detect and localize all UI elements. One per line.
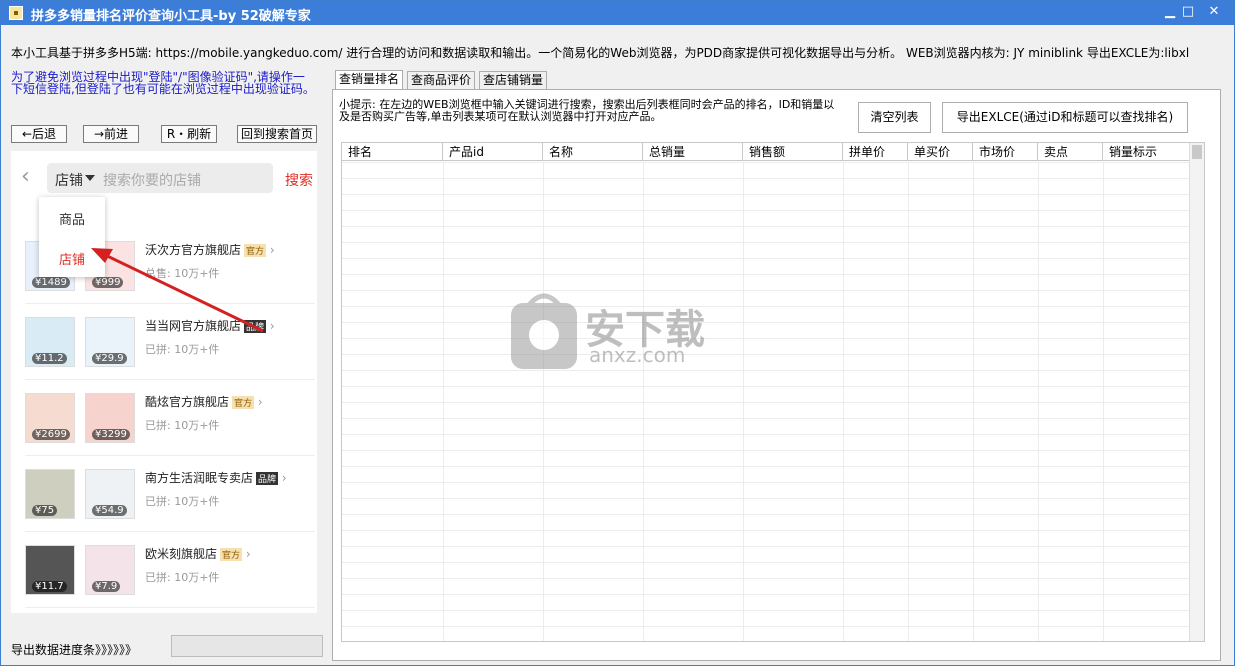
divider (843, 162, 844, 641)
vertical-scrollbar[interactable] (1189, 143, 1204, 641)
tab-sales-rank[interactable]: 查销量排名 (335, 70, 404, 90)
table-body[interactable] (342, 162, 1190, 641)
column-header[interactable]: 拼单价 (843, 143, 908, 161)
scrollbar-thumb[interactable] (1192, 145, 1202, 159)
watermark: 安下载 anxz.com (509, 291, 729, 371)
tab-panel: 小提示: 在左边的WEB浏览框中输入关键词进行搜索，搜索出后列表框同时会产品的排… (332, 89, 1221, 661)
divider (543, 162, 544, 641)
divider (1038, 162, 1039, 641)
column-header[interactable]: 单买价 (908, 143, 973, 161)
tip-text: 小提示: 在左边的WEB浏览框中输入关键词进行搜索，搜索出后列表框同时会产品的排… (339, 98, 835, 123)
clear-list-button[interactable]: 清空列表 (858, 102, 931, 133)
info-text: 本小工具基于拼多多H5端: https://mobile.yangkeduo.c… (11, 46, 1190, 60)
progress-label: 导出数据进度条》》》》》》 (11, 643, 138, 657)
app-icon (9, 6, 23, 20)
column-header[interactable]: 排名 (342, 143, 443, 161)
window-title: 拼多多销量排名评价查询小工具-by 52破解专家 (31, 9, 311, 24)
divider (908, 162, 909, 641)
export-excel-button[interactable]: 导出EXLCE(通过iD和标题可以查找排名) (942, 102, 1188, 133)
web-browser-view[interactable]: ‹ 店铺 搜索你要的店铺 搜索 ¥1489 ¥999 沃次方官方旗舰店 官方 › … (11, 151, 317, 613)
tab-store-sales[interactable]: 查店铺销量 (479, 71, 548, 90)
maximize-button[interactable]: □ (1175, 1, 1201, 23)
export-progress-bar (171, 635, 323, 657)
annotation-arrow (91, 248, 264, 333)
divider (443, 162, 444, 641)
column-header[interactable]: 市场价 (973, 143, 1038, 161)
divider (743, 162, 744, 641)
column-header[interactable]: 销量标示 (1103, 143, 1190, 161)
app-window: 拼多多销量排名评价查询小工具-by 52破解专家 ▁ □ ✕ 本小工具基于拼多多… (0, 0, 1235, 666)
forward-button[interactable]: →前进 (83, 125, 139, 143)
watermark-url: anxz.com (589, 343, 686, 367)
tab-product-reviews[interactable]: 查商品评价 (407, 71, 476, 90)
column-header[interactable]: 卖点 (1038, 143, 1103, 161)
column-header[interactable]: 产品id (443, 143, 543, 161)
divider (1103, 162, 1104, 641)
refresh-button[interactable]: R・刷新 (161, 125, 217, 143)
divider (643, 162, 644, 641)
results-table[interactable]: 排名 产品id 名称 总销量 销售额 拼单价 单买价 市场价 卖点 销量标示 (341, 142, 1205, 642)
column-header[interactable]: 总销量 (643, 143, 743, 161)
close-button[interactable]: ✕ (1201, 1, 1227, 23)
divider (973, 162, 974, 641)
column-header[interactable]: 销售额 (743, 143, 843, 161)
back-button[interactable]: ←后退 (11, 125, 67, 143)
column-header[interactable]: 名称 (543, 143, 643, 161)
warning-text: 为了避免浏览过程中出现"登陆"/"图像验证码",请操作一下短信登陆,但登陆了也有… (11, 70, 315, 96)
table-header: 排名 产品id 名称 总销量 销售额 拼单价 单买价 市场价 卖点 销量标示 (342, 143, 1204, 161)
home-button[interactable]: 回到搜索首页 (237, 125, 317, 143)
title-bar[interactable]: 拼多多销量排名评价查询小工具-by 52破解专家 ▁ □ ✕ (1, 1, 1234, 25)
